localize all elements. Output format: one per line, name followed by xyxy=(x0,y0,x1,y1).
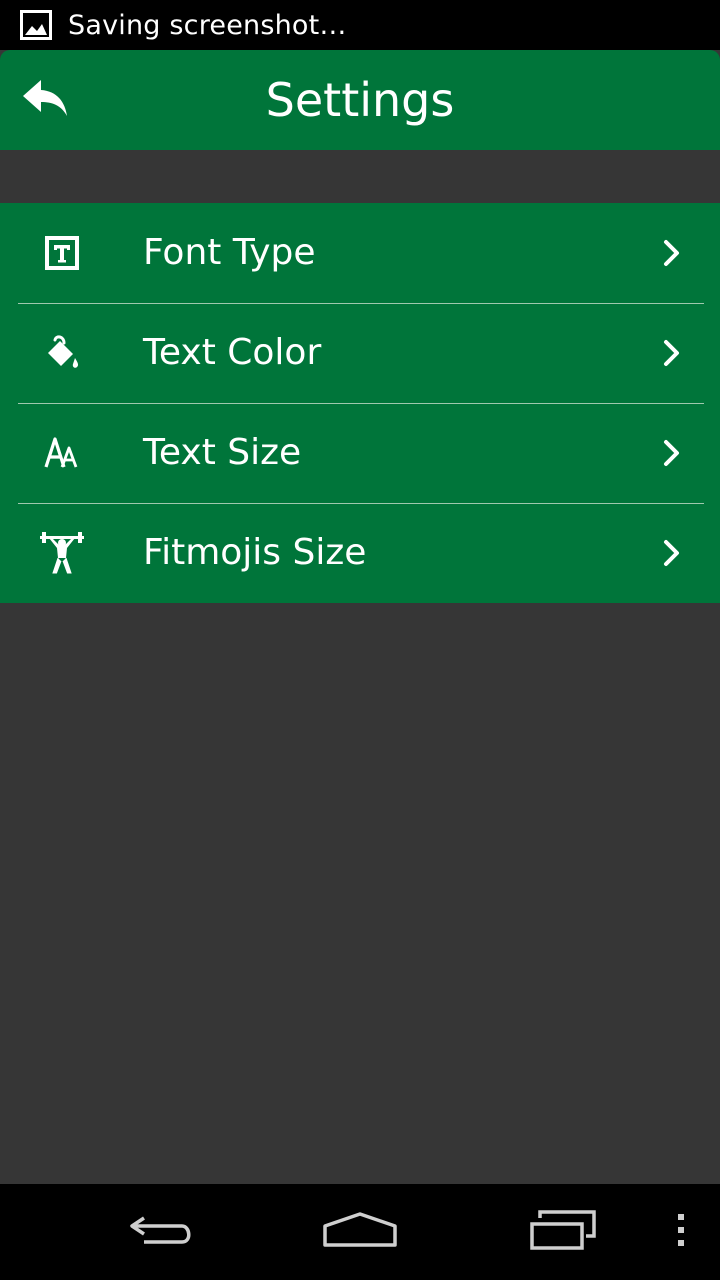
chevron-right-icon xyxy=(658,437,686,469)
settings-item-font-type[interactable]: Font Type xyxy=(0,203,720,303)
recent-apps-icon xyxy=(526,1210,598,1254)
nav-recent-apps-button[interactable] xyxy=(522,1206,602,1258)
text-size-icon xyxy=(38,431,86,475)
settings-item-text-size[interactable]: Text Size xyxy=(0,402,720,503)
navigation-bar xyxy=(0,1184,720,1280)
settings-item-label: Text Size xyxy=(143,432,302,473)
chevron-right-icon xyxy=(658,237,686,269)
chevron-right-icon xyxy=(658,337,686,369)
back-icon xyxy=(124,1210,196,1254)
weightlifter-icon xyxy=(38,531,86,575)
nav-home-button[interactable] xyxy=(320,1206,400,1258)
page-title: Settings xyxy=(265,73,455,127)
status-bar: Saving screenshot… xyxy=(0,0,720,50)
home-icon xyxy=(322,1210,398,1254)
settings-item-label: Font Type xyxy=(143,232,316,273)
status-notification-text: Saving screenshot… xyxy=(68,9,347,41)
chevron-right-icon xyxy=(658,537,686,569)
font-type-icon xyxy=(38,231,86,275)
app-bar: Settings xyxy=(0,50,720,150)
settings-list: Font Type Text Color Text Size Fitmojis … xyxy=(0,203,720,603)
settings-item-text-color[interactable]: Text Color xyxy=(0,302,720,403)
settings-item-label: Text Color xyxy=(143,332,322,373)
nav-back-button[interactable] xyxy=(120,1206,200,1258)
overflow-menu-button[interactable] xyxy=(664,1206,698,1258)
settings-item-label: Fitmojis Size xyxy=(143,532,367,573)
image-icon xyxy=(20,10,52,40)
paint-bucket-icon xyxy=(38,331,86,375)
settings-item-fitmojis-size[interactable]: Fitmojis Size xyxy=(0,502,720,603)
overflow-menu-icon xyxy=(676,1212,686,1252)
